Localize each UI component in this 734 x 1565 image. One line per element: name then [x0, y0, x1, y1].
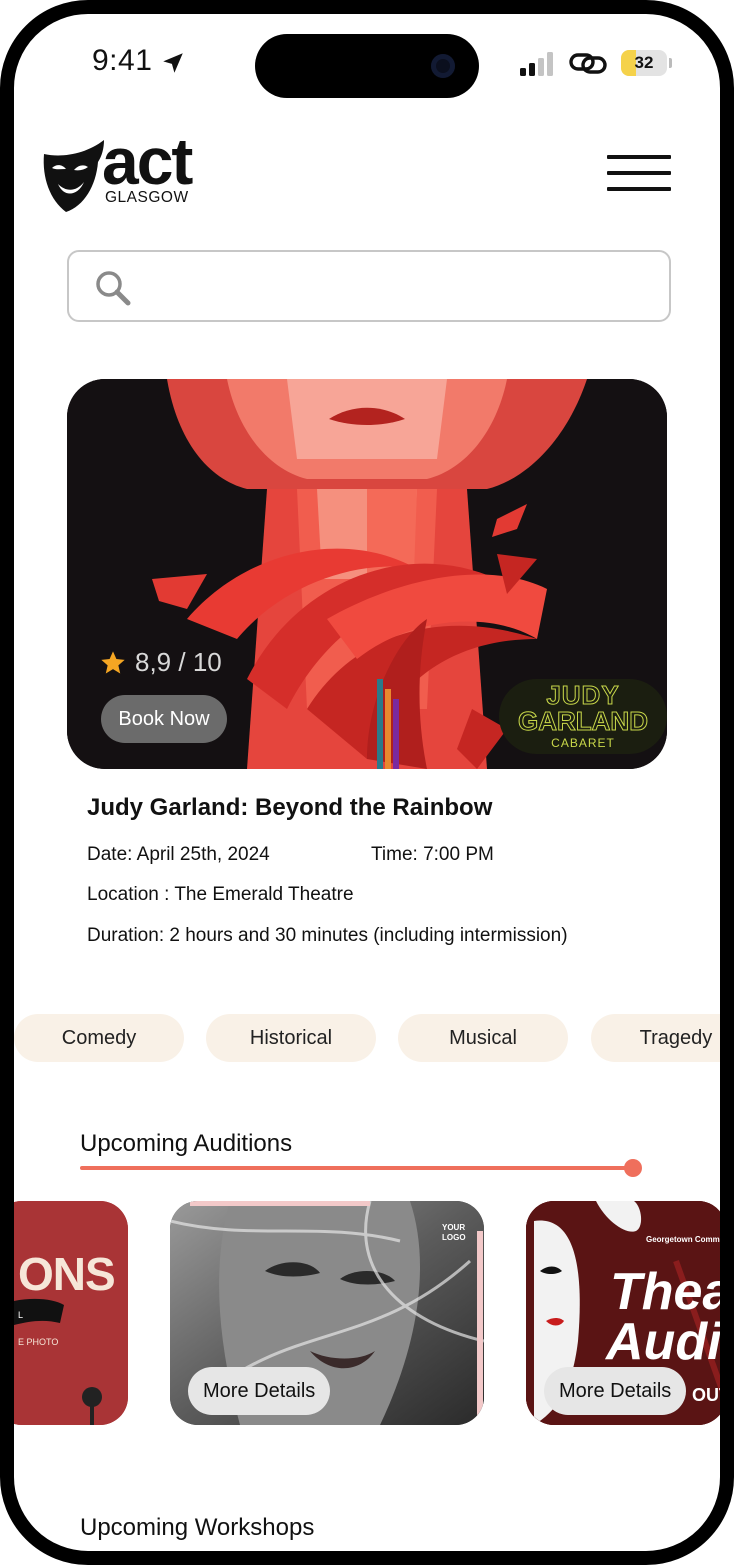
show-duration: Duration: 2 hours and 30 minutes (includ…: [87, 925, 568, 946]
workshops-section-title: Upcoming Workshops: [80, 1514, 315, 1541]
logo-subtitle: GLASGOW: [105, 189, 189, 206]
poster-logo-line2: GARLAND: [518, 706, 649, 736]
logo-wordmark: act: [102, 124, 193, 198]
show-date: Date: April 25th, 2024: [87, 844, 270, 865]
audition-card-1-title: ONS: [18, 1248, 116, 1300]
rating-value: 8,9 / 10: [135, 647, 222, 677]
search-icon: [96, 271, 131, 306]
poster-logo-line3: CABARET: [551, 736, 615, 750]
audition-poster-image: [14, 1201, 128, 1425]
dynamic-island: [255, 34, 479, 98]
audition-card-1-small1: L: [18, 1310, 24, 1320]
poster-logo: JUDY GARLAND CABARET: [499, 679, 667, 754]
audition-card-3-org: Georgetown Community Thea: [646, 1235, 720, 1244]
audition-card-1-small2: E PHOTO: [18, 1337, 59, 1347]
location-arrow-icon: [163, 53, 183, 73]
screen: 9:41 32 act GLASGOW 8,9 / 10 Book Now JU…: [14, 14, 720, 1551]
more-details-button[interactable]: More Details: [188, 1367, 331, 1415]
genre-chip-historical[interactable]: Historical: [206, 1014, 376, 1062]
status-time: 9:41: [92, 44, 153, 77]
battery-indicator: 32: [621, 50, 667, 76]
search-bar[interactable]: [67, 250, 671, 322]
hamburger-menu-icon[interactable]: [607, 155, 671, 195]
phone-frame: 9:41 32 act GLASGOW 8,9 / 10 Book Now JU…: [0, 0, 734, 1565]
battery-level-text: 32: [634, 53, 654, 72]
poster-logo-line1: JUDY: [546, 680, 620, 710]
link-icon: [569, 53, 607, 74]
camera-icon: [431, 54, 455, 78]
audition-card-3-title1: Theat: [610, 1263, 720, 1321]
auditions-section-title: Upcoming Auditions: [80, 1130, 293, 1157]
search-input[interactable]: [149, 262, 649, 312]
show-location: Location : The Emerald Theatre: [87, 884, 354, 905]
show-title: Judy Garland: Beyond the Rainbow: [87, 794, 493, 821]
theatre-mask-icon: [43, 140, 104, 212]
featured-show-card[interactable]: 8,9 / 10 Book Now JUDY GARLAND CABARET: [67, 379, 667, 769]
auditions-scroll-handle[interactable]: [624, 1159, 642, 1177]
genre-chip-tragedy[interactable]: Tragedy: [591, 1014, 720, 1062]
genre-chip-musical[interactable]: Musical: [398, 1014, 568, 1062]
audition-card-3-tail: OUT: [692, 1385, 720, 1405]
battery-nub: [669, 58, 672, 68]
audition-card-3-title2: Auditi: [606, 1313, 720, 1371]
signal-icon: [520, 52, 553, 76]
act-glasgow-logo[interactable]: act GLASGOW: [38, 128, 208, 216]
rating: 8,9 / 10: [99, 647, 222, 678]
show-time: Time: 7:00 PM: [371, 844, 494, 865]
book-now-button[interactable]: Book Now: [101, 695, 227, 743]
audition-card[interactable]: Georgetown Community Thea Theat Auditi O…: [526, 1201, 720, 1425]
auditions-scroll-track: [80, 1166, 630, 1170]
genre-chip-comedy[interactable]: Comedy: [14, 1014, 184, 1062]
audition-card[interactable]: YOUR LOGO More Details: [170, 1201, 484, 1425]
more-details-button[interactable]: More Details: [544, 1367, 687, 1415]
audition-card-2-logo: YOUR LOGO: [442, 1223, 466, 1242]
star-icon: [101, 650, 125, 673]
audition-card[interactable]: ONS L E PHOTO: [14, 1201, 128, 1425]
